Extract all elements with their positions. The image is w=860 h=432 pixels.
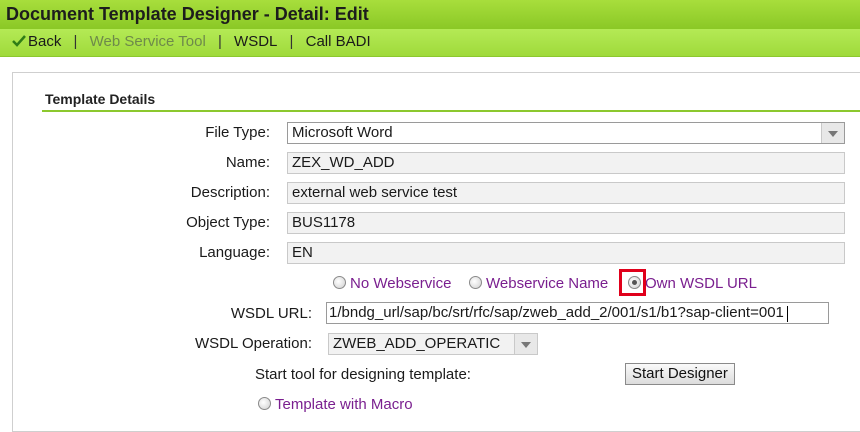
radio-template-with-macro-label: Template with Macro [275,396,413,413]
highlight-box [619,269,646,296]
wsdl-button[interactable]: WSDL [234,29,277,55]
wsdl-operation-value: ZWEB_ADD_OPERATIC [333,335,501,352]
window-title: Document Template Designer - Detail: Edi… [0,0,860,29]
text-cursor [787,306,788,322]
toolbar-separator: | [217,33,222,50]
name-label: Name: [225,154,270,171]
web-service-tool-button[interactable]: Web Service Tool [90,29,206,55]
checkmark-icon [12,35,26,47]
radio-own-wsdl-url-label: Own WSDL URL [645,275,757,292]
description-label: Description: [190,184,270,201]
object-type-label: Object Type: [186,214,270,231]
radio-button-icon[interactable] [469,276,482,289]
description-field[interactable]: external web service test [287,182,845,204]
radio-webservice-name-label: Webservice Name [486,275,609,292]
chevron-down-icon[interactable] [514,334,537,354]
object-type-field[interactable]: BUS1178 [287,212,845,234]
radio-no-webservice-label: No Webservice [350,275,452,292]
toolbar: Back | Web Service Tool | WSDL | Call BA… [0,29,860,57]
call-badi-button[interactable]: Call BADI [306,29,371,55]
wsdl-url-input[interactable]: 1/bndg_url/sap/bc/srt/rfc/sap/zweb_add_2… [326,302,829,324]
radio-template-with-macro[interactable]: Template with Macro [258,396,413,413]
radio-own-wsdl-url[interactable]: Own WSDL URL [628,275,757,292]
start-tool-label: Start tool for designing template: [255,366,471,383]
radio-button-icon[interactable] [333,276,346,289]
back-button[interactable]: Back [12,29,61,55]
language-field[interactable]: EN [287,242,845,264]
chevron-down-icon[interactable] [821,123,844,143]
file-type-label: File Type: [205,124,270,141]
wsdl-operation-select[interactable]: ZWEB_ADD_OPERATIC [328,333,538,355]
wsdl-url-label: WSDL URL: [230,305,312,322]
toolbar-separator: | [289,33,294,50]
radio-webservice-name[interactable]: Webservice Name [469,275,608,292]
radio-no-webservice[interactable]: No Webservice [333,275,451,292]
file-type-value: Microsoft Word [292,124,393,141]
radio-button-icon[interactable] [258,397,271,410]
start-designer-button[interactable]: Start Designer [625,363,735,385]
toolbar-separator: | [73,33,78,50]
back-button-label: Back [28,33,62,50]
section-title: Template Details [45,91,156,107]
file-type-select[interactable]: Microsoft Word [287,122,845,144]
name-field[interactable]: ZEX_WD_ADD [287,152,845,174]
language-label: Language: [199,244,270,261]
wsdl-operation-label: WSDL Operation: [195,335,312,352]
section-divider [42,110,860,112]
